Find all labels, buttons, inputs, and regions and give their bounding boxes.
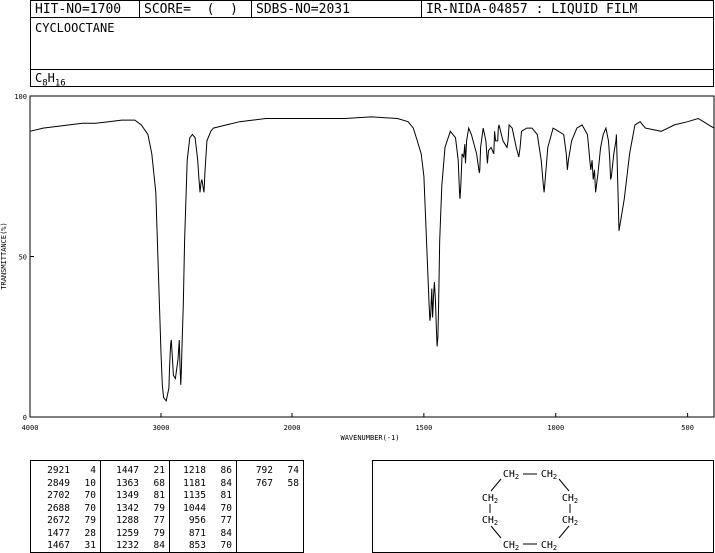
peak-row: 1349 81 [101, 489, 169, 502]
peak-transmittance: 84 [220, 477, 232, 489]
peak-transmittance: 81 [220, 490, 232, 501]
peak-transmittance: 74 [287, 465, 299, 476]
peak-wavenumber: 1447 [116, 465, 139, 476]
peak-wavenumber: 1044 [183, 502, 206, 514]
peak-column: 2921 4 2849 10 2702 70 2688 70 2672 79 1477 28 1467 3… [31, 461, 101, 552]
peak-row: 2921 4 [31, 464, 100, 477]
peak-transmittance: 28 [84, 527, 96, 539]
ch2-group-label: CH2 [562, 493, 578, 505]
x-tick-label: 4000 [22, 424, 39, 432]
y-tick-label: 50 [19, 254, 27, 262]
peak-transmittance: 70 [220, 502, 232, 514]
peak-row: 1232 84 [101, 539, 169, 552]
peak-table: 2921 4 2849 10 2702 70 2688 70 2672 79 1477 28 1467 3… [30, 460, 304, 553]
peak-row: 2849 10 [31, 477, 100, 490]
peak-row: 2702 70 [31, 489, 100, 502]
peak-transmittance: 70 [84, 502, 96, 514]
peak-transmittance: 4 [90, 465, 96, 476]
x-tick-label: 3000 [153, 424, 170, 432]
x-tick-label: 500 [681, 424, 694, 432]
peak-wavenumber: 767 [255, 477, 273, 489]
ch2-group-label: CH2 [482, 515, 498, 527]
peak-row: 1342 79 [101, 502, 169, 515]
peak-wavenumber: 1232 [116, 540, 139, 551]
x-tick-label: 2000 [284, 424, 301, 432]
peak-row: 2672 79 [31, 514, 100, 527]
peak-row: 1218 86 [170, 464, 236, 477]
peak-transmittance: 77 [153, 515, 165, 526]
peak-transmittance: 84 [220, 527, 232, 539]
x-axis-label: WAVENUMBER(-1) [340, 434, 399, 442]
peak-row: 1447 21 [101, 464, 169, 477]
peak-transmittance: 68 [153, 477, 165, 489]
spectrum-line [29, 116, 715, 403]
peak-wavenumber: 853 [188, 540, 206, 551]
peak-row: 1467 31 [31, 539, 100, 552]
peak-row: 1363 68 [101, 477, 169, 490]
x-tick-label: 1000 [547, 424, 564, 432]
peak-wavenumber: 2921 [47, 465, 70, 476]
peak-transmittance: 77 [220, 515, 232, 526]
peak-wavenumber: 1467 [47, 540, 70, 551]
ch2-group-label: CH2 [541, 469, 557, 481]
peak-wavenumber: 1218 [183, 465, 206, 476]
peak-row: 2688 70 [31, 502, 100, 515]
peak-transmittance: 10 [84, 477, 96, 489]
peak-transmittance: 70 [84, 490, 96, 501]
ch2-group-label: CH2 [503, 540, 519, 552]
peak-transmittance: 86 [220, 465, 232, 476]
peak-row: 767 58 [237, 477, 303, 490]
peak-wavenumber: 1181 [183, 477, 206, 489]
peak-wavenumber: 1342 [116, 502, 139, 514]
y-axis-label: TRANSMITTANCE(%) [0, 222, 8, 289]
peak-wavenumber: 1288 [116, 515, 139, 526]
structure-box: CH2 CH2 CH2 CH2 CH2 CH2 CH2 CH2 [372, 460, 714, 553]
peak-column: 1447 21 1363 68 1349 81 1342 79 1288 77 1259 79 1232… [101, 461, 170, 552]
peak-row: 1259 79 [101, 527, 169, 540]
y-tick-label: 100 [14, 93, 27, 101]
plot-area [29, 95, 715, 418]
peak-row: 956 77 [170, 514, 236, 527]
y-tick-label: 0 [23, 414, 27, 422]
peak-wavenumber: 2672 [47, 515, 70, 526]
peak-transmittance: 84 [153, 540, 165, 551]
ch2-group-label: CH2 [482, 493, 498, 505]
peak-row: 853 70 [170, 539, 236, 552]
peak-transmittance: 31 [84, 540, 96, 551]
peak-transmittance: 70 [220, 540, 232, 551]
peak-transmittance: 21 [153, 465, 165, 476]
peak-row: 1181 84 [170, 477, 236, 490]
peak-wavenumber: 1259 [116, 527, 139, 539]
peak-row: 1135 81 [170, 489, 236, 502]
peak-row: 871 84 [170, 527, 236, 540]
peak-wavenumber: 2702 [47, 490, 70, 501]
cyclooctane-structure: CH2 CH2 CH2 CH2 CH2 CH2 CH2 CH2 [482, 469, 578, 552]
peak-row: 1477 28 [31, 527, 100, 540]
peak-transmittance: 79 [153, 502, 165, 514]
peak-wavenumber: 871 [188, 527, 206, 539]
peak-wavenumber: 1135 [183, 490, 206, 501]
ch2-group-label: CH2 [541, 540, 557, 552]
peak-wavenumber: 792 [255, 465, 273, 476]
peak-wavenumber: 1349 [116, 490, 139, 501]
ir-spectrum-chart: 0 50 100 4000 3000 2000 1500 1000 500 WAVENUMBE… [0, 93, 715, 442]
peak-transmittance: 79 [153, 527, 165, 539]
peak-column: 792 74 767 58 [237, 461, 303, 552]
peak-wavenumber: 2849 [47, 477, 70, 489]
peak-column: 1218 86 1181 84 1135 81 1044 70 956 77 871 84 853 70 [170, 461, 237, 552]
ch2-group-label: CH2 [503, 469, 519, 481]
peak-transmittance: 58 [287, 477, 299, 489]
peak-wavenumber: 1363 [116, 477, 139, 489]
peak-row: 792 74 [237, 464, 303, 477]
ch2-group-label: CH2 [562, 515, 578, 527]
peak-transmittance: 81 [153, 490, 165, 501]
peak-wavenumber: 2688 [47, 502, 70, 514]
peak-row: 1288 77 [101, 514, 169, 527]
peak-wavenumber: 1477 [47, 527, 70, 539]
peak-transmittance: 79 [84, 515, 96, 526]
peak-wavenumber: 956 [188, 515, 206, 526]
peak-row: 1044 70 [170, 502, 236, 515]
x-tick-label: 1500 [415, 424, 432, 432]
